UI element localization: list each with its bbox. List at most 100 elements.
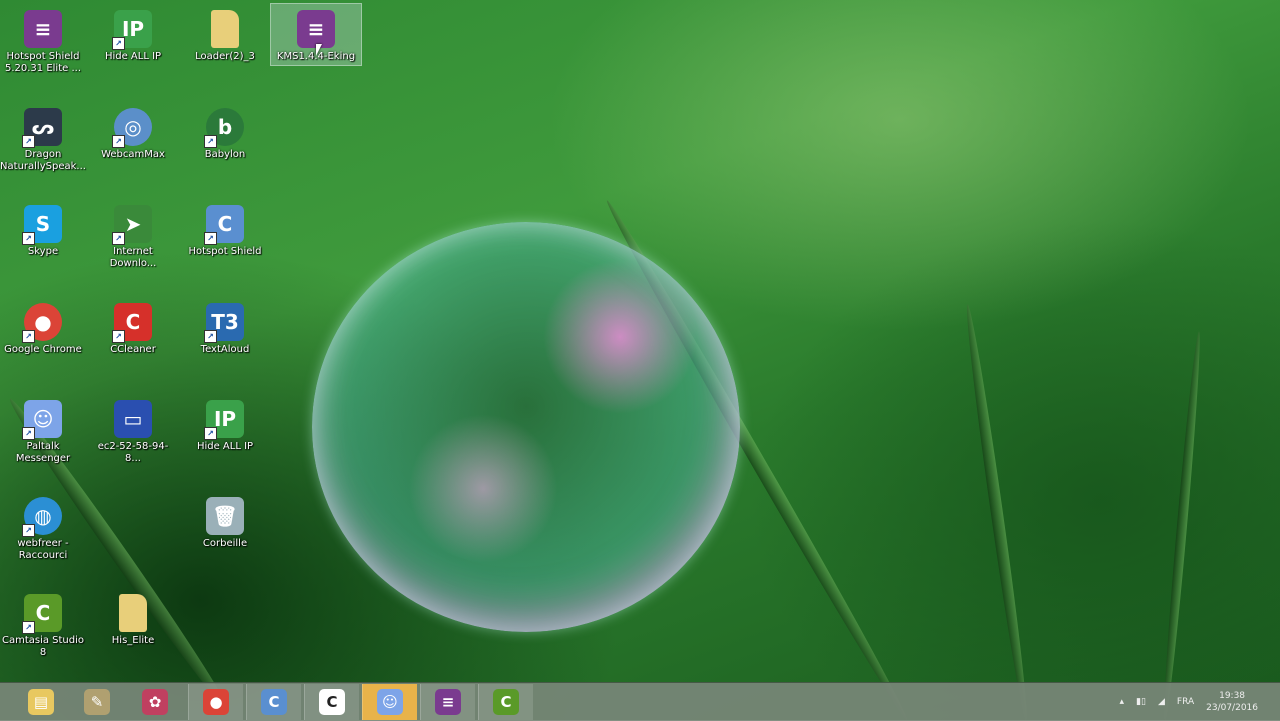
desktop-icon-label: Babylon xyxy=(204,149,246,160)
grass-blade xyxy=(1160,331,1204,720)
desktop-icon[interactable]: His_Elite xyxy=(88,588,178,649)
taskbar-button-winrar[interactable]: ≡ xyxy=(420,684,475,720)
globe-icon: ◍ ↗ xyxy=(22,497,62,537)
winrar-icon: ≡ xyxy=(435,689,461,715)
shortcut-arrow-icon: ↗ xyxy=(22,330,35,343)
shortcut-arrow-icon: ↗ xyxy=(204,135,217,148)
babylon-icon: b ↗ xyxy=(204,108,244,148)
desktop-icon[interactable]: ◍ ↗ webfreer - Raccourci xyxy=(0,491,88,564)
desktop-icon[interactable]: IP ↗ Hide ALL IP xyxy=(88,4,178,65)
taskbar-button-app[interactable]: ✿ xyxy=(128,684,182,720)
desktop-icon[interactable]: C ↗ CCleaner xyxy=(88,297,178,358)
desktop-icon[interactable]: IP ↗ Hide ALL IP xyxy=(180,394,270,455)
shortcut-arrow-icon: ↗ xyxy=(22,427,35,440)
paltalk-icon: ☺ xyxy=(377,689,403,715)
chrome-icon: ● xyxy=(203,689,229,715)
clock[interactable]: 19:38 23/07/2016 xyxy=(1206,690,1258,714)
file-explorer-icon: ▤ xyxy=(28,689,54,715)
desktop-icon-label: Hotspot Shield xyxy=(188,246,262,257)
desktop-icon[interactable]: ➤ ↗ Internet Downlo... xyxy=(88,199,178,272)
desktop-icon-label: Google Chrome xyxy=(4,344,82,355)
taskbar-button-camtasia-recorder[interactable]: C xyxy=(304,684,359,720)
shortcut-arrow-icon: ↗ xyxy=(112,37,125,50)
winrar-archive-icon: ≡ xyxy=(297,10,335,48)
desktop-icon[interactable]: S ↗ Skype xyxy=(0,199,88,260)
signal-icon[interactable]: ◢ xyxy=(1158,697,1165,707)
mouse-cursor-icon xyxy=(316,44,322,56)
desktop-icon[interactable]: ≡ Hotspot Shield 5.20.31 Elite ... xyxy=(0,4,88,77)
language-indicator[interactable]: FRA xyxy=(1177,697,1194,707)
desktop-icon-label: Dragon NaturallySpeak... xyxy=(0,149,86,172)
textaloud-icon: T3 ↗ xyxy=(204,303,244,343)
webcam-icon: ◎ ↗ xyxy=(112,108,152,148)
desktop-icon[interactable]: T3 ↗ TextAloud xyxy=(180,297,270,358)
app-icon: ✿ xyxy=(142,689,168,715)
desktop-icon-label: webfreer - Raccourci xyxy=(17,538,69,561)
clock-date: 23/07/2016 xyxy=(1206,703,1258,713)
desktop-icon[interactable]: ▭ ec2-52-58-94-8... xyxy=(88,394,178,467)
shortcut-arrow-icon: ↗ xyxy=(22,232,35,245)
shortcut-arrow-icon: ↗ xyxy=(204,232,217,245)
desktop-icon-label: Camtasia Studio 8 xyxy=(1,635,85,658)
taskbar-button-chrome[interactable]: ● xyxy=(188,684,243,720)
folder-icon xyxy=(119,594,147,632)
desktop-icon[interactable]: Loader(2)_3 xyxy=(180,4,270,65)
network-icon[interactable]: ▮▯ xyxy=(1136,697,1146,707)
taskbar-button-paltalk[interactable]: ☺ xyxy=(362,684,417,720)
desktop-icon[interactable]: ☺ ↗ Paltalk Messenger xyxy=(0,394,88,467)
taskbar-button-tool[interactable]: ✎ xyxy=(70,684,124,720)
hotspot-shield-icon: C xyxy=(261,689,287,715)
skype-icon: S ↗ xyxy=(22,205,62,245)
clock-time: 19:38 xyxy=(1219,691,1246,701)
internet-download-manager-icon: ➤ ↗ xyxy=(112,205,152,245)
desktop-icon-label: His_Elite xyxy=(111,635,155,646)
taskbar-button-file-explorer[interactable]: ▤ xyxy=(14,684,68,720)
shield-ip-icon: IP ↗ xyxy=(204,400,244,440)
desktop-icon-label: Internet Downlo... xyxy=(109,246,157,269)
camtasia-icon: C xyxy=(319,689,345,715)
hotspot-shield-icon: C ↗ xyxy=(204,205,244,245)
recycle-bin-icon: 🗑 xyxy=(206,497,244,535)
desktop-icon[interactable]: ᔕ ↗ Dragon NaturallySpeak... xyxy=(0,102,88,175)
desktop-icon-label: Corbeille xyxy=(202,538,248,549)
desktop-icon[interactable]: ◎ ↗ WebcamMax xyxy=(88,102,178,163)
shortcut-arrow-icon: ↗ xyxy=(204,330,217,343)
desktop-icon-label: TextAloud xyxy=(200,344,250,355)
show-hidden-icons-icon[interactable]: ▴ xyxy=(1120,697,1125,707)
system-tray: ▴ ▮▯ ◢ FRA 19:38 23/07/2016 xyxy=(1120,683,1280,721)
shield-ip-icon: IP ↗ xyxy=(112,10,152,50)
chrome-icon: ● ↗ xyxy=(22,303,62,343)
desktop-icon-label: ec2-52-58-94-8... xyxy=(97,441,169,464)
desktop-icon-label: Hide ALL IP xyxy=(196,441,254,452)
camtasia-icon: C ↗ xyxy=(22,594,62,634)
dragon-icon: ᔕ ↗ xyxy=(22,108,62,148)
shortcut-arrow-icon: ↗ xyxy=(112,135,125,148)
paltalk-icon: ☺ ↗ xyxy=(22,400,62,440)
soap-bubble-wallpaper xyxy=(312,222,740,632)
shortcut-arrow-icon: ↗ xyxy=(22,621,35,634)
desktop-icon-label: Skype xyxy=(27,246,59,257)
grass-blade xyxy=(961,303,1032,720)
desktop-icon-label: Loader(2)_3 xyxy=(195,51,255,62)
shortcut-arrow-icon: ↗ xyxy=(112,330,125,343)
desktop-icon[interactable]: C ↗ Hotspot Shield xyxy=(180,199,270,260)
desktop-icon-label: Hotspot Shield 5.20.31 Elite ... xyxy=(4,51,81,74)
shortcut-arrow-icon: ↗ xyxy=(22,524,35,537)
desktop-icon[interactable]: ● ↗ Google Chrome xyxy=(0,297,88,358)
desktop-icon[interactable]: C ↗ Camtasia Studio 8 xyxy=(0,588,88,661)
ccleaner-icon: C ↗ xyxy=(112,303,152,343)
tool-icon: ✎ xyxy=(84,689,110,715)
shortcut-arrow-icon: ↗ xyxy=(204,427,217,440)
desktop-icon-label: CCleaner xyxy=(110,344,156,355)
remote-desktop-icon: ▭ xyxy=(114,400,152,438)
desktop-icon[interactable]: b ↗ Babylon xyxy=(180,102,270,163)
camtasia-icon: C xyxy=(493,689,519,715)
folder-icon xyxy=(211,10,239,48)
desktop-icon-label: Hide ALL IP xyxy=(104,51,162,62)
taskbar-button-camtasia-studio[interactable]: C xyxy=(478,684,533,720)
taskbar-button-hotspot-shield[interactable]: C xyxy=(246,684,301,720)
desktop-icon[interactable]: 🗑 Corbeille xyxy=(180,491,270,552)
desktop[interactable]: ≡ Hotspot Shield 5.20.31 Elite ... ᔕ ↗ Drago… xyxy=(0,0,1280,720)
shortcut-arrow-icon: ↗ xyxy=(112,232,125,245)
shortcut-arrow-icon: ↗ xyxy=(22,135,35,148)
